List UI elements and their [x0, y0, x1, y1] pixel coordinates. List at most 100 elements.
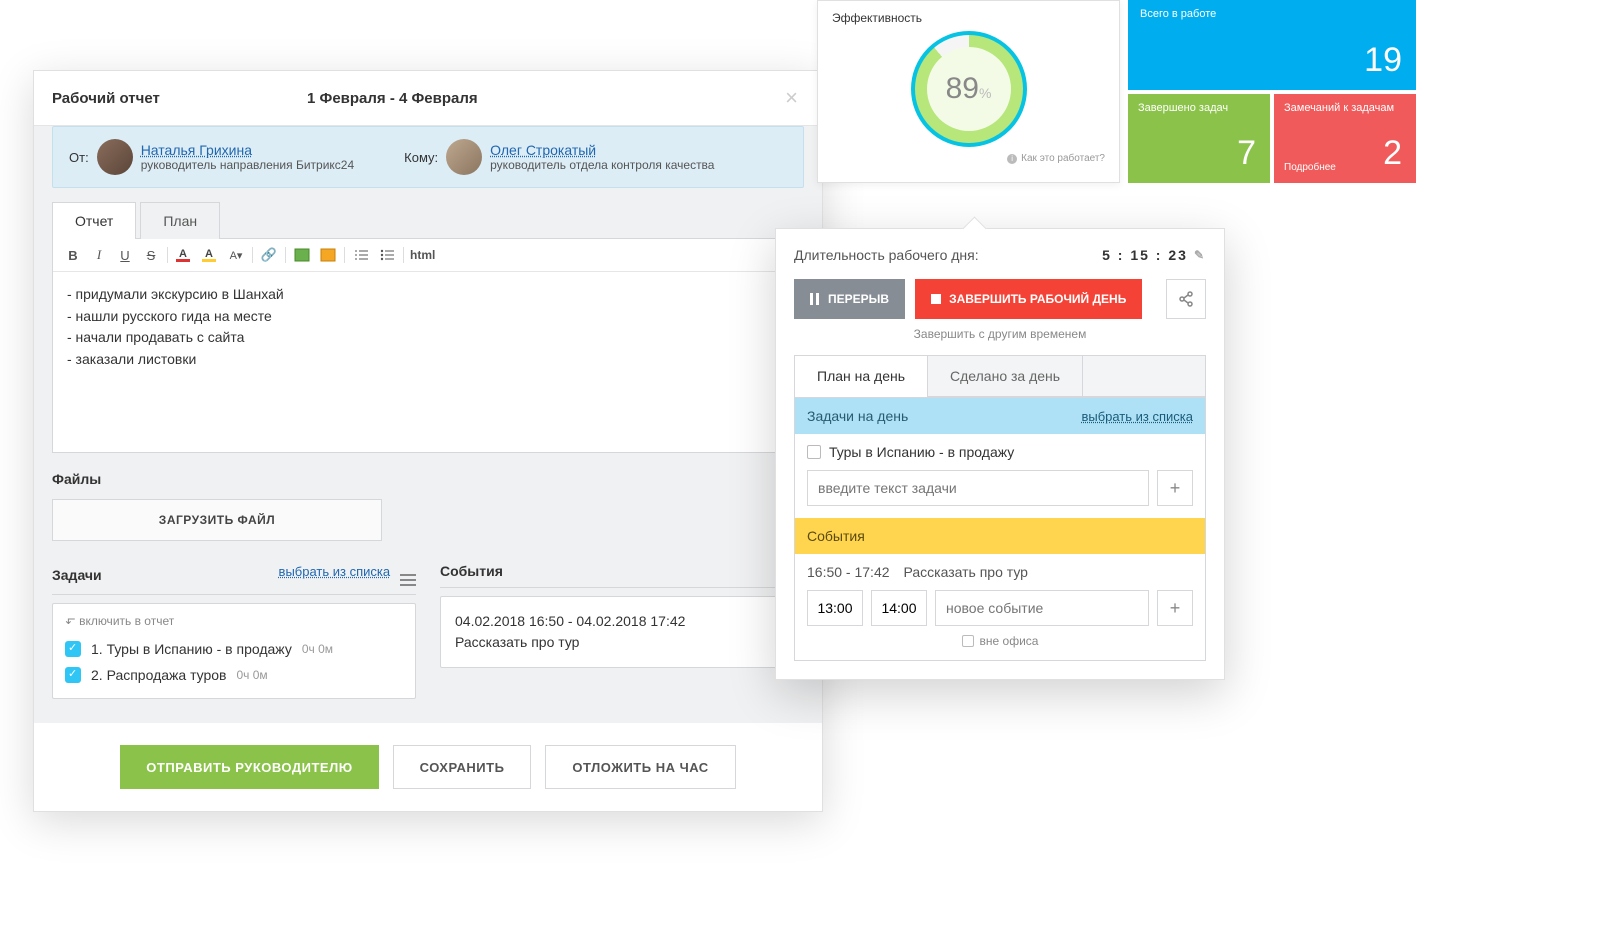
upload-file-button[interactable]: ЗАГРУЗИТЬ ФАЙЛ: [52, 499, 382, 541]
close-icon[interactable]: ×: [779, 85, 804, 111]
avatar[interactable]: [97, 139, 133, 175]
task-row: 2. Распродажа туров 0ч 0м: [65, 662, 403, 688]
task-checkbox[interactable]: [65, 667, 81, 683]
efficiency-donut: 89%: [911, 31, 1027, 147]
to-group: Кому: Олег Строкатый руководитель отдела…: [404, 139, 714, 175]
add-task-button[interactable]: +: [1157, 470, 1193, 506]
select-from-list-link[interactable]: выбрать из списка: [279, 564, 391, 579]
duration-label: Длительность рабочего дня:: [794, 247, 979, 263]
task-checkbox[interactable]: [807, 445, 821, 459]
from-label: От:: [69, 150, 89, 165]
out-of-office-row: вне офиса: [807, 634, 1193, 648]
end-workday-button[interactable]: ЗАВЕРШИТЬ РАБОЧИЙ ДЕНЬ: [915, 279, 1142, 319]
info-icon: i: [1007, 154, 1017, 164]
video-icon[interactable]: [318, 245, 338, 265]
modal-title: Рабочий отчет: [52, 90, 307, 107]
bg-color-icon[interactable]: A: [200, 245, 220, 265]
day-events-header: События: [795, 518, 1205, 554]
underline-icon[interactable]: U: [115, 245, 135, 265]
task-text: 2. Распродажа туров: [91, 667, 227, 683]
tile-value: 2: [1383, 134, 1402, 173]
day-tabs: План на день Сделано за день: [794, 355, 1206, 398]
list-icon[interactable]: [400, 574, 416, 586]
to-person-role: руководитель отдела контроля качества: [490, 158, 714, 172]
tasks-column: Задачи выбрать из списка ↳ включить в от…: [52, 563, 416, 699]
event-text: Рассказать про тур: [455, 632, 789, 653]
avatar[interactable]: [446, 139, 482, 175]
report-tabs: Отчет План: [52, 202, 804, 239]
from-group: От: Наталья Грихина руководитель направл…: [69, 139, 354, 175]
task-text: 1. Туры в Испанию - в продажу: [91, 641, 292, 657]
task-time: 0ч 0м: [237, 668, 268, 682]
day-task-item: Туры в Испанию - в продажу: [807, 444, 1193, 460]
to-person-link[interactable]: Олег Строкатый: [490, 142, 714, 158]
ol-icon[interactable]: [351, 245, 371, 265]
italic-icon[interactable]: I: [89, 245, 109, 265]
svg-text:A: A: [179, 248, 187, 260]
include-in-report-caption: ↳ включить в отчет: [65, 614, 403, 628]
pause-button[interactable]: ПЕРЕРЫВ: [794, 279, 905, 319]
new-task-input[interactable]: [807, 470, 1149, 506]
modal-date-range: 1 Февраля - 4 Февраля: [307, 90, 779, 107]
tasks-title: Задачи: [52, 567, 102, 583]
add-event-button[interactable]: +: [1157, 590, 1193, 626]
text-color-icon[interactable]: A: [174, 245, 194, 265]
tile-in-work[interactable]: Всего в работе 19: [1128, 0, 1416, 90]
to-label: Кому:: [404, 150, 438, 165]
ul-icon[interactable]: [377, 245, 397, 265]
efficiency-value: 89: [946, 47, 979, 131]
tile-done[interactable]: Завершено задач 7: [1128, 94, 1270, 183]
html-button[interactable]: html: [410, 248, 435, 262]
tab-report[interactable]: Отчет: [52, 202, 136, 239]
strike-icon[interactable]: S: [141, 245, 161, 265]
editor-panel: B I U S A A A▾ 🔗 html - придумал: [52, 238, 804, 453]
percent-sign: %: [979, 85, 991, 101]
end-other-time-link[interactable]: Завершить с другим временем: [794, 327, 1206, 341]
editor-line: - нашли русского гида на месте: [67, 306, 789, 328]
tile-title: Замечаний к задачам: [1284, 102, 1406, 114]
image-icon[interactable]: [292, 245, 312, 265]
tab-day-plan[interactable]: План на день: [795, 356, 928, 397]
save-button[interactable]: СОХРАНИТЬ: [393, 745, 532, 789]
from-person-role: руководитель направления Битрикс24: [141, 158, 354, 172]
task-text: Туры в Испанию - в продажу: [829, 444, 1014, 460]
editor-line: - заказали листовки: [67, 349, 789, 371]
pause-icon: [810, 293, 820, 305]
out-of-office-checkbox[interactable]: [962, 635, 974, 647]
modal-footer: ОТПРАВИТЬ РУКОВОДИТЕЛЮ СОХРАНИТЬ ОТЛОЖИТ…: [34, 723, 822, 811]
select-from-list-link[interactable]: выбрать из списка: [1081, 409, 1193, 424]
event-time: 16:50 - 17:42: [807, 564, 890, 580]
editor-line: - придумали экскурсию в Шанхай: [67, 284, 789, 306]
task-checkbox[interactable]: [65, 641, 81, 657]
out-of-office-label: вне офиса: [980, 634, 1039, 648]
tile-more-link[interactable]: Подробнее: [1284, 162, 1336, 173]
share-icon: [1178, 291, 1194, 307]
from-person-link[interactable]: Наталья Грихина: [141, 142, 354, 158]
task-time: 0ч 0м: [302, 642, 333, 656]
pencil-icon[interactable]: ✎: [1194, 248, 1206, 262]
bold-icon[interactable]: B: [63, 245, 83, 265]
event-start-input[interactable]: [807, 590, 863, 626]
tile-value: 7: [1237, 134, 1256, 173]
tab-day-done[interactable]: Сделано за день: [928, 356, 1083, 397]
day-event-row: 16:50 - 17:42 Рассказать про тур: [807, 564, 1193, 580]
editor-toolbar: B I U S A A A▾ 🔗 html: [53, 239, 803, 272]
editor-textarea[interactable]: - придумали экскурсию в Шанхай - нашли р…: [53, 272, 803, 452]
link-icon[interactable]: 🔗: [259, 245, 279, 265]
from-to-box: От: Наталья Грихина руководитель направл…: [52, 126, 804, 188]
stop-icon: [931, 294, 941, 304]
tab-plan[interactable]: План: [140, 202, 220, 239]
tasks-box: ↳ включить в отчет 1. Туры в Испанию - в…: [52, 603, 416, 699]
task-row: 1. Туры в Испанию - в продажу 0ч 0м: [65, 636, 403, 662]
delay-hour-button[interactable]: ОТЛОЖИТЬ НА ЧАС: [545, 745, 735, 789]
font-size-icon[interactable]: A▾: [226, 245, 246, 265]
tile-remarks[interactable]: Замечаний к задачам Подробнее 2: [1274, 94, 1416, 183]
svg-text:A: A: [205, 248, 213, 260]
share-button[interactable]: [1166, 279, 1206, 319]
send-to-manager-button[interactable]: ОТПРАВИТЬ РУКОВОДИТЕЛЮ: [120, 745, 378, 789]
tile-title: Всего в работе: [1140, 8, 1404, 20]
how-it-works-link[interactable]: iКак это работает?: [832, 153, 1105, 164]
new-event-input[interactable]: [935, 590, 1149, 626]
event-daterange: 04.02.2018 16:50 - 04.02.2018 17:42: [455, 611, 789, 632]
event-end-input[interactable]: [871, 590, 927, 626]
